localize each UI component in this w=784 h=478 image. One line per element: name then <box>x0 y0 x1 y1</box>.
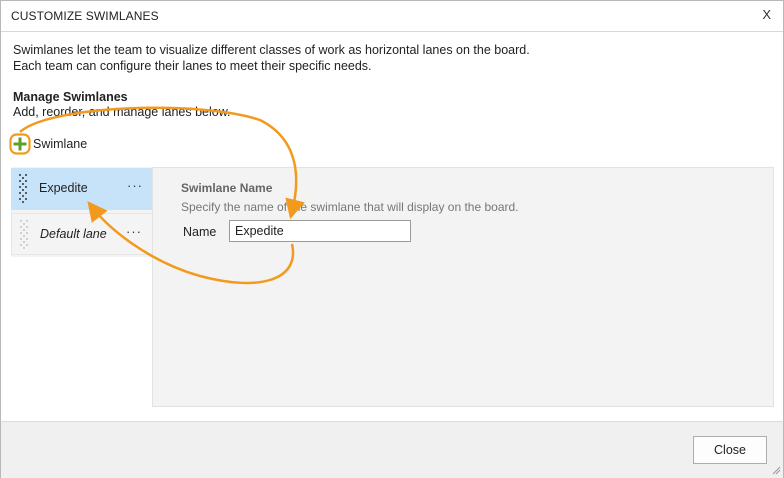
lane-item-expedite[interactable]: Expedite ··· <box>11 168 153 210</box>
more-options-icon[interactable]: ··· <box>126 224 142 239</box>
close-icon[interactable]: X <box>762 7 771 22</box>
manage-swimlanes-subtext: Add, reorder, and manage lanes below. <box>13 105 231 119</box>
drag-handle-icon[interactable] <box>17 171 29 207</box>
close-button[interactable]: Close <box>693 436 767 464</box>
swimlane-detail-panel: Swimlane Name Specify the name of the sw… <box>152 167 774 407</box>
description-line-2: Each team can configure their lanes to m… <box>13 59 372 73</box>
swimlane-name-heading: Swimlane Name <box>181 181 273 195</box>
lane-item-default[interactable]: Default lane ··· <box>11 213 153 255</box>
resize-grip-icon[interactable] <box>771 465 781 475</box>
drag-handle-icon[interactable] <box>18 217 30 253</box>
description-line-1: Swimlanes let the team to visualize diff… <box>13 43 530 57</box>
manage-swimlanes-heading: Manage Swimlanes <box>13 90 128 104</box>
lane-label: Default lane <box>40 227 107 241</box>
name-label: Name <box>183 225 217 239</box>
lane-label: Expedite <box>39 181 88 195</box>
title-bar: CUSTOMIZE SWIMLANES X <box>1 1 783 32</box>
add-swimlane-button[interactable]: Swimlane <box>9 133 99 155</box>
add-swimlane-label: Swimlane <box>33 137 88 151</box>
dialog-footer: Close <box>1 421 783 478</box>
more-options-icon[interactable]: ··· <box>127 178 143 193</box>
dialog-title: CUSTOMIZE SWIMLANES <box>11 9 159 23</box>
lane-list: Expedite ··· Default lane ··· <box>11 168 153 256</box>
swimlane-name-input[interactable] <box>229 220 411 242</box>
swimlane-name-description: Specify the name of the swimlane that wi… <box>181 200 519 214</box>
customize-swimlanes-dialog: CUSTOMIZE SWIMLANES X Swimlanes let the … <box>0 0 784 478</box>
plus-icon <box>9 133 31 155</box>
